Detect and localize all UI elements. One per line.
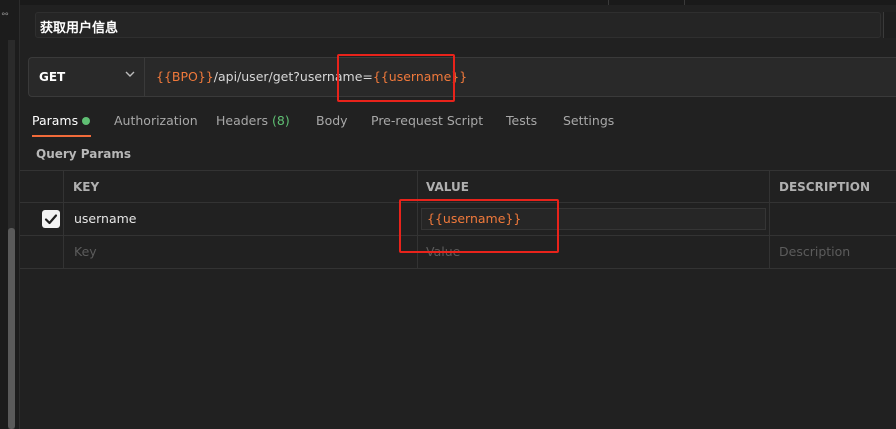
top-tab-strip [20,0,896,5]
key-placeholder[interactable]: Key [74,244,97,259]
active-tab-underline [32,135,91,137]
left-sidebar-strip: °° [0,0,20,429]
divider [608,0,609,5]
annotation-highlight-param-value [399,199,559,253]
tab-headers-label: Headers [216,113,269,128]
column-divider [769,170,770,269]
column-header-value: VALUE [426,180,469,194]
tab-settings[interactable]: Settings [563,113,614,128]
method-label: GET [39,70,66,84]
url-base-variable: {{BPO}} [156,69,214,84]
tab-authorization[interactable]: Authorization [114,113,198,128]
name-bar-edge [883,12,896,38]
param-key-cell[interactable]: username [74,211,137,226]
more-options-icon[interactable]: °° [1,12,9,22]
tab-body[interactable]: Body [316,113,348,128]
column-header-description: DESCRIPTION [779,180,871,194]
method-select[interactable]: GET [29,58,145,96]
active-indicator-dot [82,117,91,125]
description-placeholder[interactable]: Description [779,244,850,259]
tab-headers[interactable]: Headers (8) [216,113,290,128]
divider [684,0,685,5]
tab-pre-request-script[interactable]: Pre-request Script [371,113,483,128]
tab-tests[interactable]: Tests [506,113,537,128]
column-header-key: KEY [73,180,100,194]
checkmark-icon [44,214,58,225]
request-name: 获取用户信息 [40,21,119,36]
request-name-field[interactable]: 获取用户信息 [35,12,881,38]
annotation-highlight-url-param [337,54,455,102]
url-bar: GET {{BPO}}/api/user/get?username={{user… [28,57,896,97]
query-params-label: Query Params [36,147,132,161]
headers-count: (8) [272,113,290,128]
tab-params-label: Params [32,113,79,128]
row-enabled-checkbox[interactable] [42,210,60,228]
tab-params[interactable]: Params [32,113,91,128]
chevron-down-icon [124,68,136,83]
column-divider [63,170,64,269]
sidebar-scrollbar-thumb[interactable] [8,228,15,429]
